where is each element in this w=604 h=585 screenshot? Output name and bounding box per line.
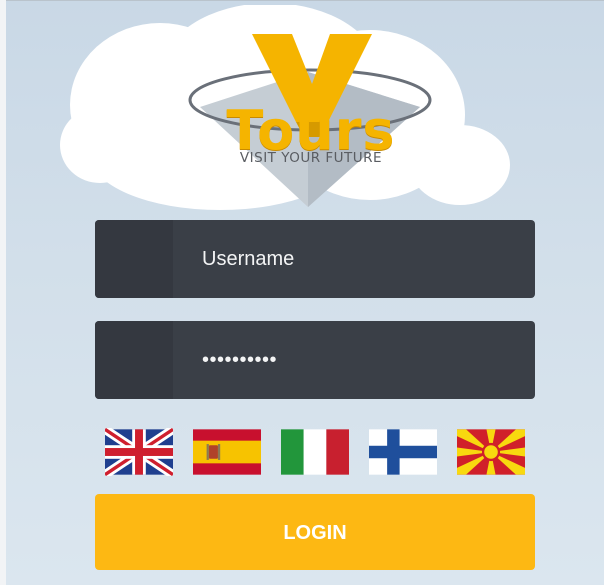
lock-icon	[95, 321, 173, 399]
username-field[interactable]: Username	[95, 220, 535, 298]
login-button[interactable]: LOGIN	[95, 494, 535, 570]
uk-flag-icon[interactable]	[105, 428, 173, 476]
vtours-logo: Tours VISIT YOUR FUTURE	[180, 22, 440, 222]
left-frame	[0, 0, 6, 585]
spain-flag-icon[interactable]	[193, 428, 261, 476]
macedonia-flag-icon[interactable]	[457, 428, 525, 476]
username-placeholder: Username	[202, 248, 295, 270]
logo-tagline: VISIT YOUR FUTURE	[239, 150, 383, 166]
password-masked-value: ••••••••••	[202, 349, 278, 371]
top-border	[0, 0, 604, 1]
password-field[interactable]: ••••••••••	[95, 321, 535, 399]
finland-flag-icon[interactable]	[369, 428, 437, 476]
italy-flag-icon[interactable]	[281, 428, 349, 476]
login-button-label: LOGIN	[283, 522, 347, 544]
user-icon	[95, 220, 173, 298]
language-selector	[95, 428, 535, 480]
